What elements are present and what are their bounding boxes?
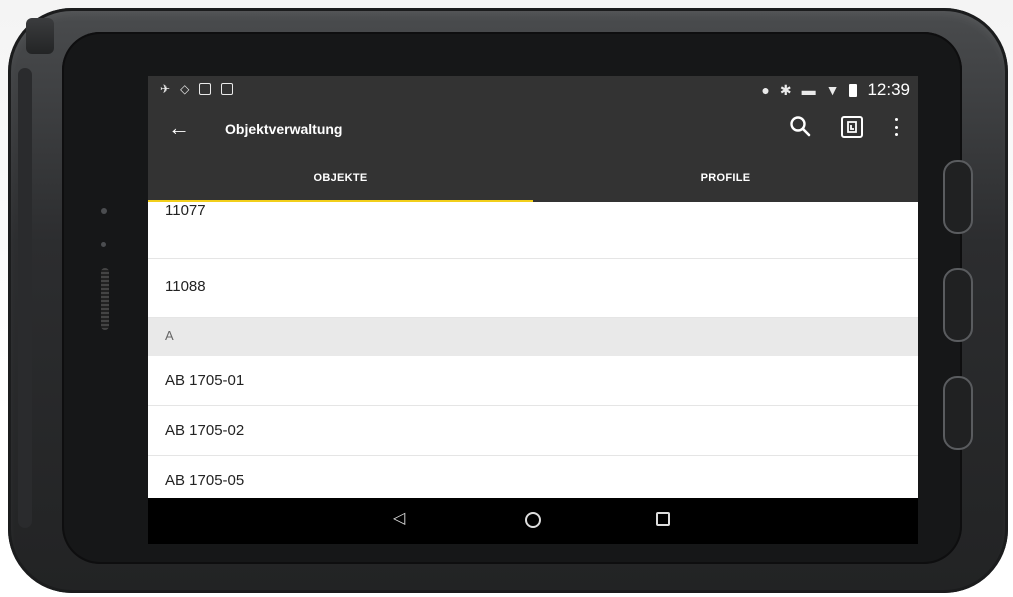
list-item[interactable]: AB 1705-05 (148, 456, 918, 498)
status-bar: ✈ ◇ ● ✱ ▬ ▼ 12:39 (148, 76, 918, 104)
back-triangle-icon[interactable]: ◁ (393, 510, 405, 528)
section-header: A (148, 318, 918, 356)
list-item[interactable]: AB 1705-02 (148, 406, 918, 456)
antenna (26, 18, 54, 54)
light-sensor (101, 242, 106, 247)
more-vert-icon[interactable] (892, 118, 900, 136)
app-bar: ← Objektverwaltung (148, 112, 918, 148)
wifi-icon: ▼ (825, 82, 840, 98)
side-grip (18, 68, 32, 528)
device-screen: ✈ ◇ ● ✱ ▬ ▼ 12:39 ← Objektverwaltung OBJ… (148, 76, 918, 544)
list-item[interactable]: 11088 (148, 259, 918, 318)
nfc-icon[interactable] (840, 115, 864, 139)
list-item[interactable]: 11077 (148, 202, 918, 259)
app-header: ✈ ◇ ● ✱ ▬ ▼ 12:39 ← Objektverwaltung OBJ… (148, 76, 918, 203)
hardware-key-home[interactable] (943, 268, 973, 342)
list-item[interactable]: AB 1705-01 (148, 356, 918, 406)
recents-square-icon[interactable] (656, 512, 670, 526)
tab-profile[interactable]: PROFILE (533, 164, 918, 202)
car-icon: ▬ (801, 82, 816, 98)
speaker-grille (101, 268, 109, 330)
bluetooth-icon: ✱ (779, 82, 792, 98)
battery-icon (849, 83, 858, 97)
home-circle-icon[interactable] (525, 512, 541, 528)
tab-objekte[interactable]: OBJEKTE (148, 164, 533, 202)
shield-outline-icon: ◇ (180, 82, 190, 96)
front-camera (101, 208, 107, 214)
object-list: 11077 11088 A AB 1705-01 AB 1705-02 AB 1… (148, 202, 918, 498)
download-box-icon (199, 83, 212, 95)
pin-crossed-icon: ✈ (160, 82, 171, 96)
arrow-left-icon[interactable]: ← (168, 116, 190, 140)
location-icon: ● (761, 82, 770, 98)
system-nav-bar: ◁ (148, 498, 918, 544)
hardware-key-menu[interactable] (943, 376, 973, 450)
status-time: 12:39 (867, 80, 910, 99)
hardware-key-chevron[interactable] (943, 160, 973, 234)
search-icon[interactable] (788, 114, 812, 138)
image-icon (221, 83, 234, 95)
page-title: Objektverwaltung (225, 121, 343, 137)
tab-bar: OBJEKTE PROFILE (148, 164, 918, 203)
